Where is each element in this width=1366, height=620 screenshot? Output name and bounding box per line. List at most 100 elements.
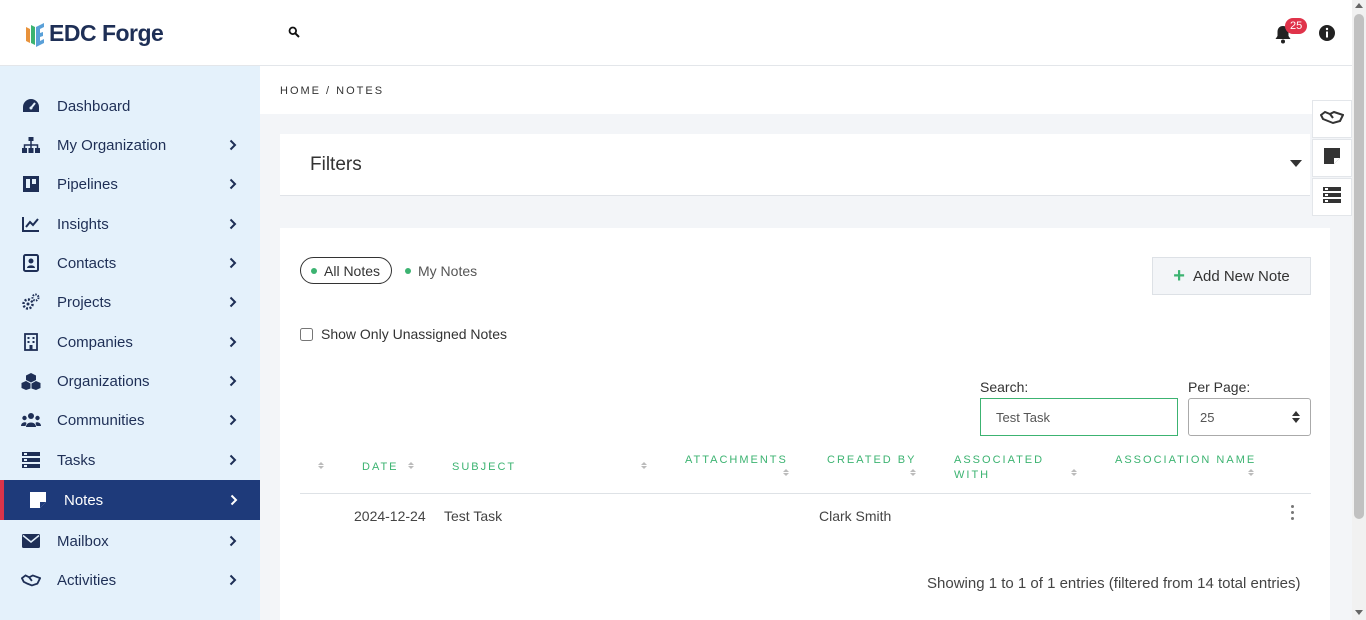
chevron-right-icon bbox=[229, 413, 237, 431]
sidebar-item-companies[interactable]: Companies bbox=[0, 322, 260, 362]
caret-down-icon[interactable] bbox=[1290, 160, 1302, 167]
header-line-2: WITH bbox=[954, 469, 991, 481]
filters-panel[interactable]: Filters bbox=[280, 134, 1310, 196]
scrollbar-thumb[interactable] bbox=[1354, 14, 1364, 519]
sort-icon[interactable] bbox=[1248, 469, 1254, 476]
line-chart-icon bbox=[21, 214, 41, 234]
sidebar-item-label: Mailbox bbox=[57, 532, 109, 550]
sidebar-item-dashboard[interactable]: Dashboard bbox=[0, 86, 260, 126]
chevron-right-icon bbox=[229, 217, 237, 235]
chevron-right-icon bbox=[229, 534, 237, 552]
building-icon bbox=[21, 332, 41, 352]
cell-created-by: Clark Smith bbox=[819, 508, 892, 524]
unassigned-checkbox[interactable] bbox=[300, 327, 313, 341]
chevron-right-icon bbox=[229, 256, 237, 274]
sort-icon[interactable] bbox=[408, 462, 414, 469]
tab-all-notes[interactable]: All Notes bbox=[300, 257, 392, 284]
column-header-associated-with[interactable]: ASSOCIATED WITH bbox=[954, 453, 1044, 483]
notes-shortcut-button[interactable] bbox=[1312, 139, 1352, 177]
breadcrumb[interactable]: HOME / NOTES bbox=[280, 85, 384, 97]
column-header-subject[interactable]: SUBJECT bbox=[452, 460, 516, 475]
envelope-icon bbox=[21, 531, 41, 551]
contact-card-icon bbox=[21, 253, 41, 273]
sort-icon[interactable] bbox=[318, 462, 324, 469]
sidebar-item-communities[interactable]: Communities bbox=[0, 400, 260, 440]
chevron-right-icon bbox=[229, 335, 237, 353]
cubes-icon bbox=[21, 371, 41, 391]
per-page-label: Per Page: bbox=[1188, 379, 1251, 395]
search-input[interactable] bbox=[980, 398, 1178, 436]
sidebar-item-contacts[interactable]: Contacts bbox=[0, 243, 260, 283]
sidebar-item-label: Contacts bbox=[57, 254, 117, 272]
handshake-icon bbox=[1319, 109, 1345, 130]
top-bar: EDC Forge 25 bbox=[0, 0, 1352, 66]
sidebar-item-notes[interactable]: Notes bbox=[0, 480, 260, 520]
sidebar-item-label: Pipelines bbox=[57, 175, 118, 193]
page-scrollbar[interactable] bbox=[1352, 0, 1366, 620]
sticky-note-icon bbox=[28, 490, 48, 510]
chevron-right-icon bbox=[229, 374, 237, 392]
table-divider bbox=[300, 493, 1311, 494]
sidebar-item-tasks[interactable]: Tasks bbox=[0, 440, 260, 480]
header-line-1: ASSOCIATED bbox=[954, 454, 1045, 466]
column-header-created-by[interactable]: CREATED BY bbox=[827, 453, 916, 468]
info-icon[interactable] bbox=[1318, 24, 1336, 47]
sidebar-item-label: Tasks bbox=[57, 451, 96, 469]
chevron-right-icon bbox=[229, 573, 237, 591]
unassigned-label: Show Only Unassigned Notes bbox=[321, 326, 507, 342]
gears-icon bbox=[21, 292, 41, 312]
tasks-shortcut-button[interactable] bbox=[1312, 178, 1352, 216]
org-chart-icon bbox=[21, 135, 41, 155]
tab-label: All Notes bbox=[324, 262, 381, 279]
plus-icon: + bbox=[1173, 265, 1185, 287]
column-header-association-name[interactable]: ASSOCIATION NAME bbox=[1115, 453, 1256, 468]
brand-logo[interactable]: EDC Forge bbox=[24, 20, 164, 47]
cell-date: 2024-12-24 bbox=[354, 508, 426, 524]
sidebar: Dashboard My Organization Pipelines Insi… bbox=[0, 66, 260, 620]
per-page-select[interactable]: 25 bbox=[1188, 398, 1311, 436]
filters-title: Filters bbox=[310, 154, 362, 175]
sidebar-item-organizations[interactable]: Organizations bbox=[0, 361, 260, 401]
brand-name: EDC Forge bbox=[49, 20, 164, 46]
breadcrumb-bar: HOME / NOTES bbox=[260, 66, 1352, 114]
column-header-attachments[interactable]: ATTACHMENTS bbox=[685, 453, 788, 468]
sidebar-item-projects[interactable]: Projects bbox=[0, 282, 260, 322]
chevron-right-icon bbox=[229, 453, 237, 471]
sidebar-item-insights[interactable]: Insights bbox=[0, 204, 260, 244]
tab-label: My Notes bbox=[418, 262, 478, 279]
kanban-board-icon bbox=[21, 174, 41, 194]
dashboard-gauge-icon bbox=[21, 96, 41, 116]
sidebar-item-activities[interactable]: Activities bbox=[0, 560, 260, 600]
sidebar-item-label: Insights bbox=[57, 215, 109, 233]
chevron-right-icon bbox=[229, 177, 237, 195]
scroll-up-icon[interactable] bbox=[1355, 3, 1363, 8]
scroll-down-icon[interactable] bbox=[1355, 610, 1363, 615]
column-header-date[interactable]: DATE bbox=[362, 460, 399, 475]
row-actions-icon[interactable] bbox=[1291, 505, 1294, 520]
add-new-note-label: Add New Note bbox=[1192, 267, 1290, 285]
per-page-value: 25 bbox=[1200, 409, 1215, 425]
sidebar-item-label: Communities bbox=[57, 411, 145, 429]
select-arrows-icon bbox=[1292, 411, 1300, 423]
tab-my-notes[interactable]: My Notes bbox=[405, 257, 477, 284]
sidebar-item-my-organization[interactable]: My Organization bbox=[0, 125, 260, 165]
sidebar-item-label: My Organization bbox=[57, 136, 167, 154]
sort-icon[interactable] bbox=[783, 469, 789, 476]
cell-subject[interactable]: Test Task bbox=[444, 508, 502, 524]
sidebar-item-pipelines[interactable]: Pipelines bbox=[0, 164, 260, 204]
status-dot bbox=[311, 267, 317, 274]
sort-icon[interactable] bbox=[910, 469, 916, 476]
search-icon[interactable] bbox=[288, 25, 300, 43]
sidebar-item-label: Organizations bbox=[57, 372, 150, 390]
add-new-note-button[interactable]: + Add New Note bbox=[1152, 257, 1311, 295]
activities-shortcut-button[interactable] bbox=[1312, 100, 1352, 138]
notification-badge: 25 bbox=[1285, 18, 1308, 34]
users-icon bbox=[21, 410, 41, 430]
sidebar-item-label: Notes bbox=[64, 491, 104, 509]
search-label: Search: bbox=[980, 379, 1029, 395]
sort-icon[interactable] bbox=[641, 462, 647, 469]
chevron-right-icon bbox=[230, 493, 238, 511]
sort-icon[interactable] bbox=[1071, 469, 1077, 476]
unassigned-filter[interactable]: Show Only Unassigned Notes bbox=[300, 326, 507, 342]
sidebar-item-mailbox[interactable]: Mailbox bbox=[0, 521, 260, 561]
